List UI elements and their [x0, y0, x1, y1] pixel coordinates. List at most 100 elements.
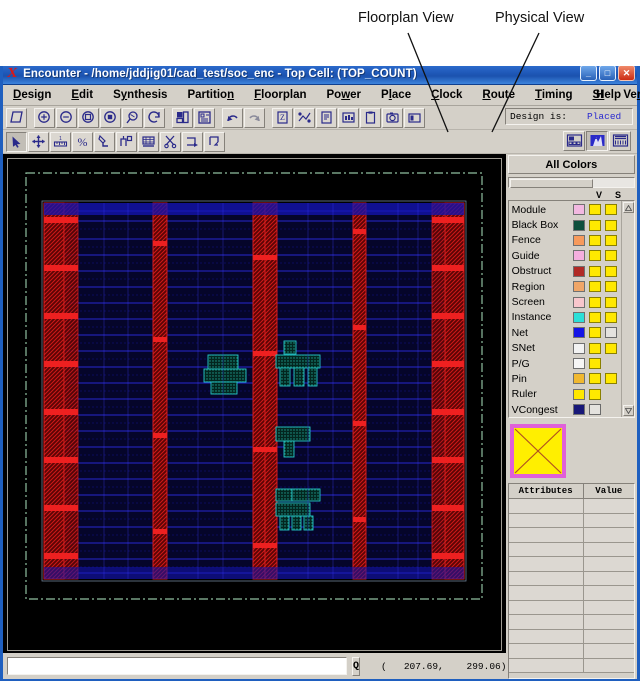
layer-selectability-checkbox[interactable]	[605, 311, 617, 323]
design-browser-icon[interactable]	[172, 107, 193, 128]
table-row[interactable]	[508, 557, 634, 572]
layer-visibility-checkbox[interactable]	[589, 404, 601, 416]
table-row[interactable]	[508, 499, 634, 514]
hierarchy-icon[interactable]	[194, 107, 215, 128]
edit-wire-icon[interactable]	[94, 131, 115, 152]
menu-route[interactable]: Route	[472, 89, 525, 101]
zoom-in-icon[interactable]	[34, 107, 55, 128]
cut-icon[interactable]	[160, 131, 181, 152]
menu-design[interactable]: Design	[3, 89, 61, 101]
report-icon[interactable]	[316, 107, 337, 128]
layer-selectability-checkbox[interactable]	[605, 204, 617, 216]
minimize-button[interactable]: _	[580, 65, 597, 81]
layer-row[interactable]: Ruler	[509, 387, 621, 402]
menu-help[interactable]: Help	[586, 89, 631, 101]
layer-visibility-checkbox[interactable]	[589, 311, 601, 323]
amoeba-view-button[interactable]	[609, 131, 631, 151]
layer-selectability-checkbox[interactable]	[605, 250, 617, 262]
ruler-icon[interactable]: 1	[50, 131, 71, 152]
layer-color-swatch[interactable]	[573, 373, 585, 385]
snapshot-icon[interactable]	[382, 107, 403, 128]
menu-synthesis[interactable]: Synthesis	[103, 89, 177, 101]
menu-timing[interactable]: Timing	[525, 89, 583, 101]
table-row[interactable]	[508, 658, 634, 673]
all-colors-button[interactable]: All Colors	[507, 155, 635, 174]
layer-row[interactable]: VCongest	[509, 402, 621, 417]
move-icon[interactable]	[28, 131, 49, 152]
layer-visibility-checkbox[interactable]	[589, 250, 601, 262]
redo-icon[interactable]	[244, 107, 265, 128]
layer-row[interactable]: Net	[509, 325, 621, 340]
net-icon[interactable]	[294, 107, 315, 128]
table-row[interactable]	[508, 600, 634, 615]
query-button[interactable]: Q	[352, 656, 361, 676]
menu-partition[interactable]: Partition	[177, 89, 244, 101]
layer-visibility-checkbox[interactable]	[589, 265, 601, 277]
menu-floorplan[interactable]: Floorplan	[244, 89, 316, 101]
close-button[interactable]: ✕	[618, 65, 635, 81]
menu-clock[interactable]: Clock	[421, 89, 472, 101]
layer-visibility-checkbox[interactable]	[589, 358, 601, 370]
layer-selectability-checkbox[interactable]	[605, 265, 617, 277]
layer-visibility-checkbox[interactable]	[589, 219, 601, 231]
layer-selectability-checkbox[interactable]	[605, 234, 617, 246]
layer-row[interactable]: Guide	[509, 248, 621, 263]
layer-color-swatch[interactable]	[573, 342, 585, 354]
layer-list-scrollbar[interactable]	[621, 201, 634, 417]
layer-selectability-checkbox[interactable]	[605, 296, 617, 308]
undo-icon[interactable]	[222, 107, 243, 128]
table-row[interactable]	[508, 615, 634, 630]
table-row[interactable]	[508, 513, 634, 528]
layer-color-swatch[interactable]	[573, 327, 585, 339]
layer-row[interactable]: Screen	[509, 294, 621, 309]
layer-color-swatch[interactable]	[573, 388, 585, 400]
clipboard-icon[interactable]	[360, 107, 381, 128]
layer-color-swatch[interactable]	[573, 281, 585, 293]
layer-row[interactable]: P/G	[509, 356, 621, 371]
scrollbar-thumb[interactable]	[509, 179, 594, 188]
histogram-icon[interactable]	[338, 107, 359, 128]
layer-color-swatch[interactable]	[573, 204, 585, 216]
edit-row-icon[interactable]	[138, 131, 159, 152]
layer-visibility-checkbox[interactable]	[589, 281, 601, 293]
layer-row[interactable]: Module	[509, 202, 621, 217]
layer-visibility-checkbox[interactable]	[589, 234, 601, 246]
layer-visibility-checkbox[interactable]	[589, 204, 601, 216]
move-to-icon[interactable]	[182, 131, 203, 152]
layer-visibility-checkbox[interactable]	[589, 296, 601, 308]
edit-pin-icon[interactable]	[116, 131, 137, 152]
layer-row[interactable]: Black Box	[509, 217, 621, 232]
floorplan-view-button[interactable]	[563, 131, 585, 151]
layer-color-swatch[interactable]	[573, 219, 585, 231]
layer-row[interactable]: Instance	[509, 310, 621, 325]
table-row[interactable]	[508, 542, 634, 557]
scroll-up-arrow[interactable]	[622, 202, 634, 213]
menu-power[interactable]: Power	[317, 89, 372, 101]
layer-selectability-checkbox[interactable]	[605, 327, 617, 339]
table-row[interactable]	[508, 629, 634, 644]
layer-color-swatch[interactable]	[573, 311, 585, 323]
layer-selectability-checkbox[interactable]	[605, 342, 617, 354]
stretch-icon[interactable]	[204, 131, 225, 152]
layer-selectability-checkbox[interactable]	[605, 219, 617, 231]
redraw-icon[interactable]	[144, 107, 165, 128]
table-row[interactable]	[508, 586, 634, 601]
maximize-button[interactable]: □	[599, 65, 616, 81]
layer-color-swatch[interactable]	[573, 358, 585, 370]
menu-place[interactable]: Place	[371, 89, 421, 101]
layer-selectability-checkbox[interactable]	[605, 373, 617, 385]
layer-visibility-checkbox[interactable]	[589, 388, 601, 400]
zoom-area-icon[interactable]	[122, 107, 143, 128]
layer-row[interactable]: Obstruct	[509, 264, 621, 279]
table-row[interactable]	[508, 528, 634, 543]
command-input[interactable]	[7, 657, 347, 675]
layout-canvas[interactable]	[7, 158, 502, 651]
layout-window-icon[interactable]	[404, 107, 425, 128]
attribute-editor-icon[interactable]: Z	[272, 107, 293, 128]
layer-color-swatch[interactable]	[573, 296, 585, 308]
layer-visibility-checkbox[interactable]	[589, 373, 601, 385]
zoom-selected-icon[interactable]	[100, 107, 121, 128]
table-row[interactable]	[508, 571, 634, 586]
panel-horizontal-scrollbar[interactable]	[507, 177, 635, 188]
layer-color-swatch[interactable]	[573, 234, 585, 246]
